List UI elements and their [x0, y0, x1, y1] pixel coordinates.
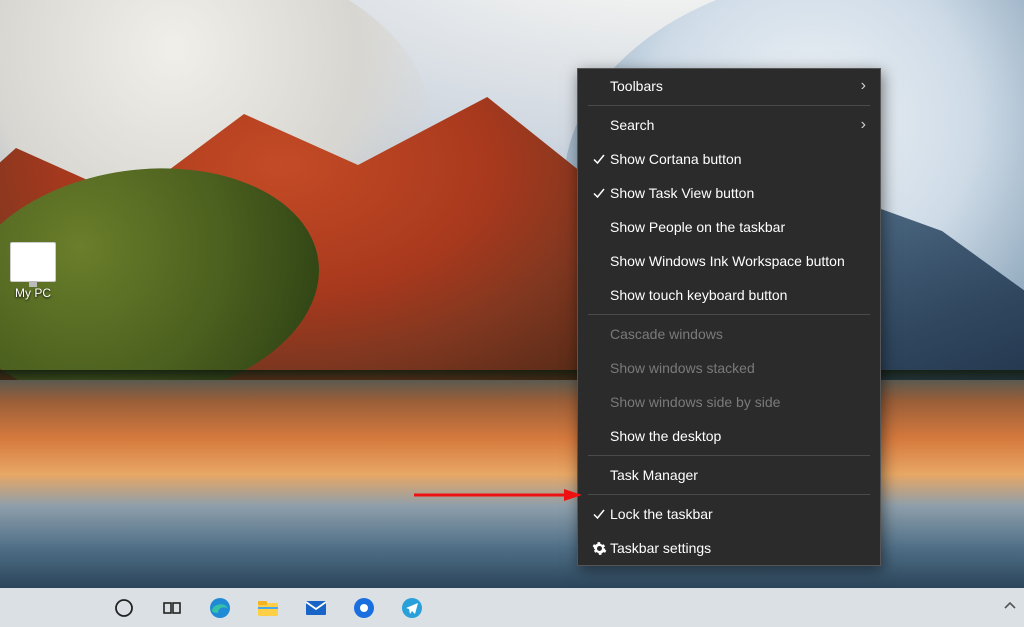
mail-icon	[304, 596, 328, 620]
desktop-icon-label: My PC	[2, 286, 64, 300]
menu-item-label: Show Task View button	[610, 185, 866, 201]
menu-item-show-desktop[interactable]: Show the desktop	[578, 419, 880, 453]
menu-separator	[588, 105, 870, 106]
file-explorer-icon	[256, 596, 280, 620]
taskbar-pin-edge[interactable]	[196, 588, 244, 627]
taskbar-pin-mail[interactable]	[292, 588, 340, 627]
checkmark-icon	[588, 152, 610, 166]
menu-item-label: Show windows side by side	[610, 394, 866, 410]
tray-overflow-icon[interactable]	[1004, 600, 1016, 615]
menu-item-lock-taskbar[interactable]: Lock the taskbar	[578, 497, 880, 531]
menu-item-label: Cascade windows	[610, 326, 866, 342]
menu-item-label: Show Windows Ink Workspace button	[610, 253, 866, 269]
menu-item-show-stacked: Show windows stacked	[578, 351, 880, 385]
cortana-icon	[114, 598, 134, 618]
menu-item-label: Show the desktop	[610, 428, 866, 444]
edge-icon	[208, 596, 232, 620]
menu-separator	[588, 494, 870, 495]
taskbar-pin-task-view[interactable]	[148, 588, 196, 627]
menu-item-show-side-by-side: Show windows side by side	[578, 385, 880, 419]
menu-item-search[interactable]: Search›	[578, 108, 880, 142]
taskbar-pin-browser-alt[interactable]	[340, 588, 388, 627]
checkmark-icon	[588, 186, 610, 200]
browser-icon	[353, 597, 375, 619]
taskbar-context-menu: Toolbars›Search›Show Cortana buttonShow …	[577, 68, 881, 566]
gear-icon	[588, 541, 610, 556]
taskbar-pin-cortana[interactable]	[100, 588, 148, 627]
menu-separator	[588, 455, 870, 456]
computer-icon	[10, 242, 56, 282]
menu-item-label: Task Manager	[610, 467, 866, 483]
menu-item-toolbars[interactable]: Toolbars›	[578, 69, 880, 103]
taskbar	[0, 588, 1024, 627]
menu-item-show-touch-keyboard[interactable]: Show touch keyboard button	[578, 278, 880, 312]
menu-item-label: Lock the taskbar	[610, 506, 866, 522]
taskbar-pin-telegram[interactable]	[388, 588, 436, 627]
menu-item-label: Show Cortana button	[610, 151, 866, 167]
menu-item-cascade-windows: Cascade windows	[578, 317, 880, 351]
menu-item-label: Search	[610, 117, 861, 133]
menu-separator	[588, 314, 870, 315]
menu-item-label: Toolbars	[610, 78, 861, 94]
menu-item-show-ink-workspace[interactable]: Show Windows Ink Workspace button	[578, 244, 880, 278]
telegram-icon	[401, 597, 423, 619]
menu-item-show-task-view-button[interactable]: Show Task View button	[578, 176, 880, 210]
checkmark-icon	[588, 507, 610, 521]
menu-item-label: Show windows stacked	[610, 360, 866, 376]
chevron-right-icon: ›	[861, 116, 866, 134]
menu-item-task-manager[interactable]: Task Manager	[578, 458, 880, 492]
menu-item-show-cortana-button[interactable]: Show Cortana button	[578, 142, 880, 176]
menu-item-label: Taskbar settings	[610, 540, 866, 556]
menu-item-label: Show People on the taskbar	[610, 219, 866, 235]
menu-item-label: Show touch keyboard button	[610, 287, 866, 303]
task-view-icon	[162, 598, 182, 618]
desktop-icon-my-pc[interactable]: My PC	[2, 242, 64, 300]
menu-item-taskbar-settings[interactable]: Taskbar settings	[578, 531, 880, 565]
menu-item-show-people[interactable]: Show People on the taskbar	[578, 210, 880, 244]
chevron-right-icon: ›	[861, 77, 866, 95]
taskbar-pin-file-explorer[interactable]	[244, 588, 292, 627]
system-tray	[1004, 588, 1016, 627]
